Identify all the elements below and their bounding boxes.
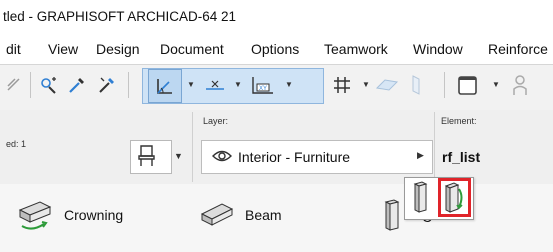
pick-up-icon[interactable]	[36, 68, 62, 102]
menu-design[interactable]: Design	[96, 41, 140, 57]
window-icon[interactable]	[451, 68, 485, 102]
inject-icon[interactable]	[94, 68, 120, 102]
menu-teamwork[interactable]: Teamwork	[324, 41, 388, 57]
xy-coordinates-icon[interactable]: XY	[246, 68, 280, 102]
column-straight-icon[interactable]	[410, 180, 430, 219]
menu-reinforce[interactable]: Reinforce	[488, 41, 548, 57]
svg-text:XY: XY	[259, 86, 267, 92]
chevron-down-icon[interactable]: ▼	[492, 80, 500, 89]
menu-edit[interactable]: dit	[6, 41, 21, 57]
crowning-label: Crowning	[64, 207, 124, 223]
arrange-icon[interactable]	[2, 68, 26, 102]
chevron-down-icon[interactable]: ▼	[285, 80, 293, 89]
window-title: tled - GRAPHISOFT ARCHICAD-64 21	[3, 9, 237, 24]
highlight-box	[438, 178, 471, 217]
info-separator	[434, 112, 435, 182]
user-icon[interactable]	[505, 68, 535, 102]
toolbar-separator	[444, 72, 445, 98]
layer-value: Interior - Furniture	[238, 149, 351, 165]
chevron-down-icon[interactable]: ▼	[174, 151, 183, 161]
beam-icon	[200, 200, 234, 233]
surface-icon[interactable]	[404, 68, 428, 102]
eyedropper-icon[interactable]	[64, 68, 90, 102]
guide-line-icon[interactable]	[148, 69, 182, 103]
chair-icon	[136, 144, 158, 173]
eye-icon[interactable]	[212, 149, 232, 168]
chevron-down-icon[interactable]: ▼	[234, 80, 242, 89]
snap-icon[interactable]	[200, 68, 230, 102]
column-icon	[380, 198, 404, 237]
menu-document[interactable]: Document	[160, 41, 224, 57]
element-label: Element:	[441, 116, 477, 126]
layer-label: Layer:	[203, 116, 229, 126]
beam-label: Beam	[245, 207, 282, 223]
toolbar-separator	[30, 72, 31, 98]
plane-icon[interactable]	[372, 68, 402, 102]
menu-options[interactable]: Options	[251, 41, 299, 57]
info-left-label: ed: 1	[6, 139, 27, 149]
menu-view[interactable]: View	[48, 41, 78, 57]
chevron-down-icon[interactable]: ▼	[362, 80, 370, 89]
crowning-icon	[18, 198, 52, 237]
info-separator	[192, 112, 193, 182]
toolbar-separator	[128, 72, 129, 98]
element-value: rf_list	[442, 149, 481, 165]
grid-icon[interactable]	[327, 68, 357, 102]
menu-window[interactable]: Window	[413, 41, 463, 57]
chevron-right-icon[interactable]: ▶	[417, 150, 424, 161]
chevron-down-icon[interactable]: ▼	[187, 80, 195, 89]
